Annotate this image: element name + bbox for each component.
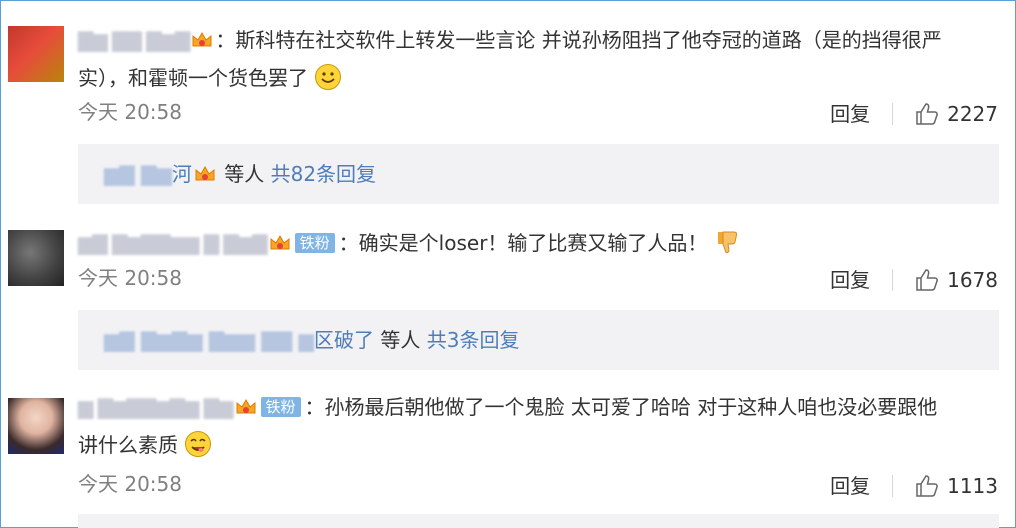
view-replies-link[interactable]: 共3条回复 xyxy=(427,328,520,352)
thumbs-down-emoji-icon xyxy=(717,231,737,254)
comment-body-line1: ：孙杨最后朝他做了一个鬼脸 太可爱了哈哈 对于这种人咱也没必要跟他 xyxy=(304,395,938,419)
username[interactable]: ▆▇ ▇▆▇▇▆▆ ▇ ▇▆▇ xyxy=(78,224,268,262)
comment-body-line2: 讲什么素质 xyxy=(78,433,178,457)
thumbs-up-icon xyxy=(916,475,938,497)
comment-body-line1: ：确实是个loser！输了比赛又输了人品！ xyxy=(338,231,708,255)
reply-button[interactable]: 回复 xyxy=(830,472,870,500)
fan-badge: 铁粉 xyxy=(294,233,335,253)
thumbs-up-icon xyxy=(916,103,938,125)
smile-emoji-icon xyxy=(315,64,342,90)
reply-user-blurred: ▆▇ ▇▆ xyxy=(104,162,172,186)
comment-body-line2: 实），和霍顿一个货色罢了 xyxy=(78,66,308,90)
crown-icon xyxy=(192,31,212,47)
like-button[interactable]: 1113 xyxy=(915,472,998,500)
comment-time: 今天 20:58 xyxy=(78,472,182,496)
avatar[interactable] xyxy=(8,398,64,454)
crown-icon xyxy=(195,165,215,181)
comment-body-line1: ：斯科特在社交软件上转发一些言论 并说孙杨阻挡了他夺冠的道路（是的挡得很严 xyxy=(215,28,942,52)
thumbs-up-icon xyxy=(916,269,938,291)
yum-emoji-icon xyxy=(185,431,212,457)
reply-user-tail[interactable]: 区破了 xyxy=(314,328,374,352)
username[interactable]: ▇▆ ▇▇ ▇▆▇ xyxy=(78,21,190,59)
comment-text: ▆▇ ▇▆▇▇▆▆ ▇ ▇▆▇ 铁粉 ：确实是个loser！输了比赛又输了人品！ xyxy=(78,224,993,262)
reply-user-tail[interactable]: 河 xyxy=(172,162,192,186)
comment-time: 今天 20:58 xyxy=(78,100,182,124)
comment-actions: 回复 1113 xyxy=(830,472,998,500)
like-button[interactable]: 1678 xyxy=(915,266,998,294)
reply-button[interactable]: 回复 xyxy=(830,266,870,294)
comment-text: ▇▆ ▇▇ ▇▆▇ ：斯科特在社交软件上转发一些言论 并说孙杨阻挡了他夺冠的道路（… xyxy=(78,21,993,97)
like-button[interactable]: 2227 xyxy=(915,100,998,128)
comment-actions: 回复 1678 xyxy=(830,266,998,294)
username[interactable]: ▆ ▇▆▇▇▆▇▆ ▇▆ xyxy=(78,388,234,426)
reply-etc: 等人 xyxy=(380,328,421,352)
divider xyxy=(892,103,894,125)
reply-summary[interactable]: ▆▇ ▇▆河 等人 共82条回复 xyxy=(78,144,999,204)
avatar[interactable] xyxy=(8,26,64,82)
view-replies-link[interactable]: 共82条回复 xyxy=(271,162,376,186)
comment-time: 今天 20:58 xyxy=(78,266,182,290)
comment-actions: 回复 2227 xyxy=(830,100,998,128)
fan-badge: 铁粉 xyxy=(260,397,301,417)
reply-etc: 等人 xyxy=(224,162,265,186)
divider xyxy=(892,475,894,497)
reply-summary-partial xyxy=(78,514,999,528)
divider xyxy=(892,269,894,291)
crown-icon xyxy=(270,234,290,250)
reply-button[interactable]: 回复 xyxy=(830,100,870,128)
comment-text: ▆ ▇▆▇▇▆▇▆ ▇▆ 铁粉 ：孙杨最后朝他做了一个鬼脸 太可爱了哈哈 对于这种人… xyxy=(78,388,993,464)
crown-icon xyxy=(236,398,256,414)
avatar[interactable] xyxy=(8,230,64,286)
reply-user-blurred: ▆▇ ▇▆▇▆ ▇▆▆ ▇▇ ▆ xyxy=(104,328,314,352)
reply-summary[interactable]: ▆▇ ▇▆▇▆ ▇▆▆ ▇▇ ▆区破了 等人 共3条回复 xyxy=(78,310,999,370)
like-count: 1678 xyxy=(947,268,998,292)
like-count: 2227 xyxy=(947,102,998,126)
like-count: 1113 xyxy=(947,474,998,498)
